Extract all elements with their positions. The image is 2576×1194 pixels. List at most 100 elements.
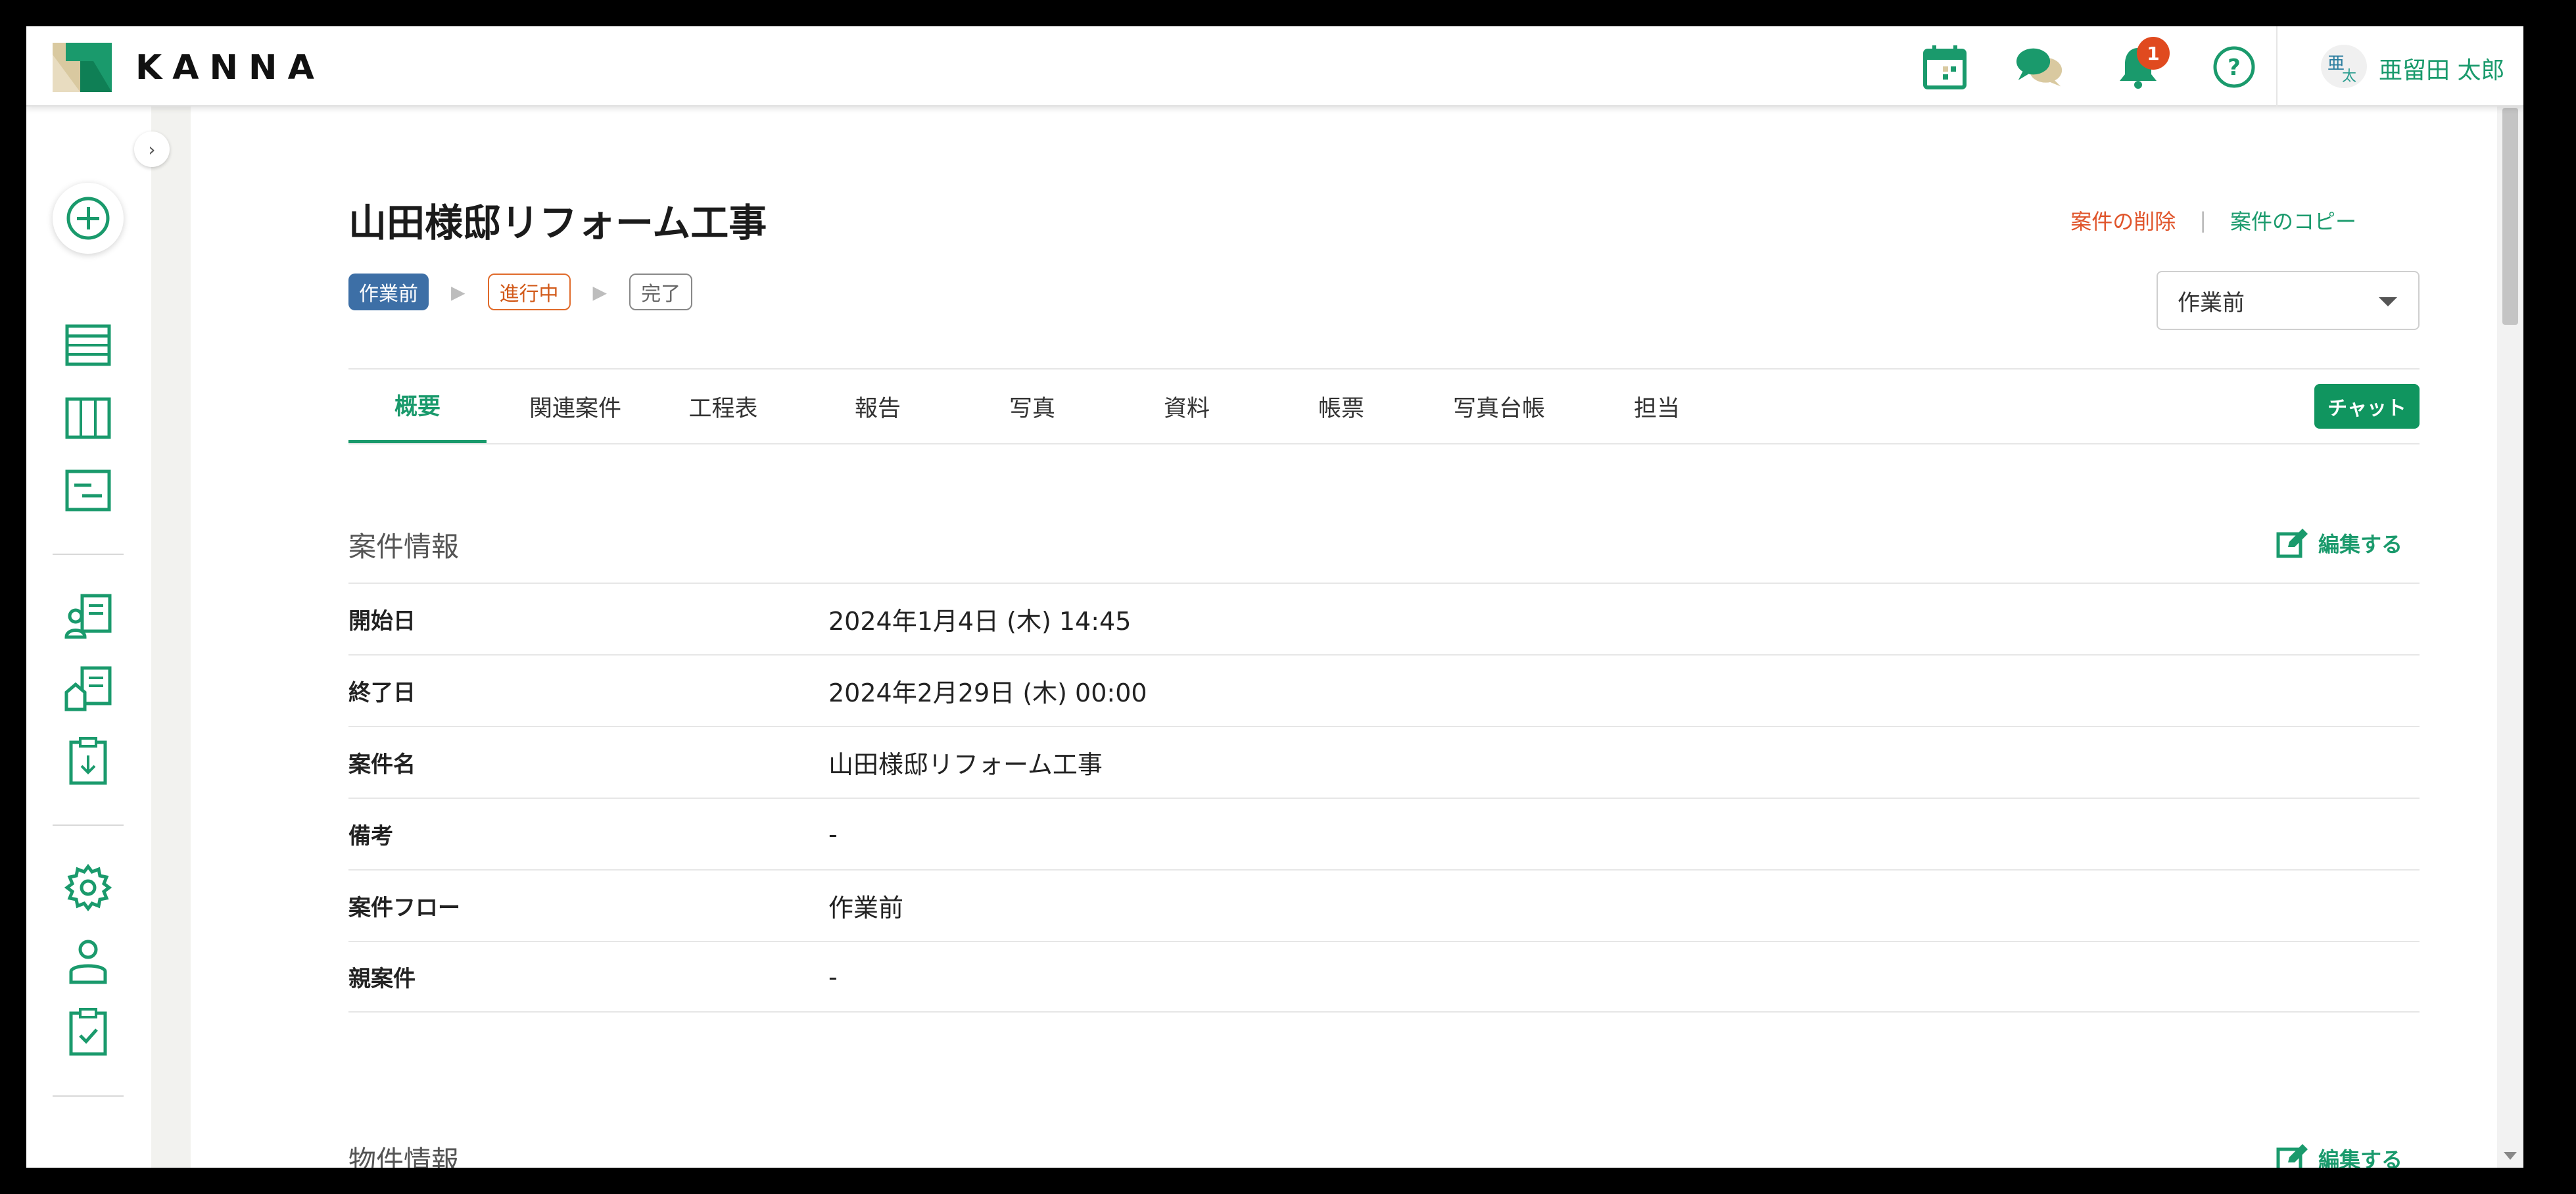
tab-assignees[interactable]: 担当 [1591, 370, 1723, 443]
logo-text: KANNA [135, 47, 325, 87]
avatar-text-2: 太 [2342, 68, 2357, 85]
table-row: 開始日 2024年1月4日 (木) 14:45 [348, 583, 2420, 654]
row-value: - [828, 819, 838, 849]
status-flow: 作業前 ▶ 進行中 ▶ 完了 [348, 274, 693, 310]
delete-case-link[interactable]: 案件の削除 [2070, 205, 2176, 235]
sidebar-divider [53, 1095, 124, 1097]
notifications-button[interactable]: 1 [2114, 37, 2170, 91]
flow-step-before[interactable]: 作業前 [348, 274, 429, 310]
property-info-title: 物件情報 [348, 1145, 460, 1168]
scroll-down-icon[interactable] [2504, 1152, 2517, 1160]
svg-text:?: ? [2228, 55, 2241, 81]
tab-reports[interactable]: 報告 [812, 370, 943, 443]
help-icon: ? [2213, 46, 2255, 88]
row-value: 2024年2月29日 (木) 00:00 [828, 679, 1147, 707]
row-value: 山田様邸リフォーム工事 [828, 750, 1103, 779]
row-label: 案件名 [348, 752, 416, 778]
main-content: 山田様邸リフォーム工事 作業前 ▶ 進行中 ▶ 完了 案件の削除 | 案件のコピ… [191, 107, 2523, 1168]
flow-arrow-icon: ▶ [592, 281, 608, 303]
clipboard-check-icon [69, 1008, 107, 1056]
sidebar-toggle-button[interactable]: › [134, 131, 170, 167]
user-name[interactable]: 亜留田 太郎 [2379, 51, 2504, 85]
edit-icon [2276, 529, 2308, 558]
chevron-right-icon: › [148, 138, 156, 160]
table-row: 案件名 山田様邸リフォーム工事 [348, 726, 2420, 798]
table-row: 終了日 2024年2月29日 (木) 00:00 [348, 654, 2420, 726]
row-label: 案件フロー [348, 895, 460, 921]
row-value: - [828, 962, 838, 991]
edit-label: 編集する [2318, 532, 2403, 557]
sidebar-item-list[interactable] [62, 319, 114, 371]
sidebar-item-gantt[interactable] [62, 464, 114, 517]
tab-related-cases[interactable]: 関連案件 [493, 370, 657, 443]
app-window: KANNA 1 ? 亜 太 亜留田 太郎 › 山田様邸リフォーム工事 作業前 ▶… [26, 26, 2523, 1168]
plus-circle-icon [66, 197, 110, 240]
table-row: 備考 - [348, 798, 2420, 869]
scrollbar-thumb[interactable] [2502, 108, 2518, 325]
kanna-logo-icon [53, 43, 112, 92]
caret-down-icon [2379, 297, 2397, 306]
new-case-button[interactable] [53, 183, 124, 254]
list-icon [65, 324, 111, 366]
copy-case-link[interactable]: 案件のコピー [2230, 205, 2356, 235]
row-label: 備考 [348, 823, 393, 849]
edit-case-info-button[interactable]: 編集する [2276, 527, 2402, 559]
edit-property-info-button[interactable]: 編集する [2276, 1143, 2402, 1168]
sidebar-item-account[interactable] [62, 935, 114, 988]
tab-photo-ledger[interactable]: 写真台帳 [1414, 370, 1585, 443]
sidebar-item-customers[interactable] [62, 590, 114, 643]
top-header: KANNA 1 ? 亜 太 亜留田 太郎 [26, 26, 2523, 107]
case-info-table: 開始日 2024年1月4日 (木) 14:45 終了日 2024年2月29日 (… [348, 583, 2420, 1013]
tab-documents[interactable]: 資料 [1121, 370, 1252, 443]
sidebar-divider [53, 824, 124, 826]
page-title: 山田様邸リフォーム工事 [348, 201, 767, 245]
tab-overview[interactable]: 概要 [348, 370, 487, 443]
tab-forms[interactable]: 帳票 [1276, 370, 1407, 443]
sidebar-item-settings[interactable] [62, 861, 114, 914]
gear-icon [64, 864, 112, 911]
flow-step-in-progress[interactable]: 進行中 [487, 274, 571, 310]
row-label: 親案件 [348, 966, 416, 992]
notification-badge: 1 [2137, 37, 2170, 70]
help-button[interactable]: ? [2210, 43, 2258, 91]
vertical-scrollbar[interactable] [2497, 26, 2523, 1168]
tab-schedule[interactable]: 工程表 [657, 370, 789, 443]
schedule-icon [65, 469, 111, 512]
logo[interactable]: KANNA [53, 43, 325, 92]
row-value: 作業前 [828, 894, 904, 922]
messages-button[interactable] [2016, 43, 2063, 91]
sidebar-item-tasks[interactable] [62, 1006, 114, 1059]
case-info-title: 案件情報 [348, 531, 460, 563]
status-select-value: 作業前 [2178, 289, 2245, 316]
edit-icon [2276, 1144, 2308, 1168]
sidebar-strip [151, 107, 191, 1168]
flow-step-done[interactable]: 完了 [629, 274, 693, 310]
avatar[interactable]: 亜 太 [2321, 45, 2367, 88]
sidebar-item-download[interactable] [62, 735, 114, 788]
tab-photos[interactable]: 写真 [966, 370, 1098, 443]
sidebar-item-board[interactable] [62, 392, 114, 444]
tab-bar: 概要 関連案件 工程表 報告 写真 資料 帳票 写真台帳 担当 チャット [348, 370, 2420, 444]
row-label: 終了日 [348, 680, 416, 706]
flow-arrow-icon: ▶ [451, 281, 465, 303]
property-icon [64, 666, 112, 711]
sidebar-divider [53, 554, 124, 555]
status-select[interactable]: 作業前 [2157, 271, 2420, 330]
kanban-icon [65, 397, 111, 439]
table-row: 親案件 - [348, 941, 2420, 1013]
user-icon [69, 940, 107, 984]
actions-separator: | [2199, 208, 2206, 233]
chat-bubbles-icon [2016, 48, 2063, 87]
row-label: 開始日 [348, 608, 416, 634]
header-divider [2276, 26, 2278, 107]
calendar-icon [1923, 45, 1967, 89]
row-value: 2024年1月4日 (木) 14:45 [828, 607, 1132, 636]
table-row: 案件フロー 作業前 [348, 869, 2420, 941]
edit-label: 編集する [2318, 1147, 2403, 1168]
clipboard-download-icon [69, 737, 107, 785]
case-actions: 案件の削除 | 案件のコピー [2070, 205, 2356, 235]
customer-card-icon [64, 594, 112, 639]
chat-button[interactable]: チャット [2314, 384, 2420, 429]
calendar-button[interactable] [1921, 43, 1968, 91]
sidebar-item-properties[interactable] [62, 663, 114, 715]
